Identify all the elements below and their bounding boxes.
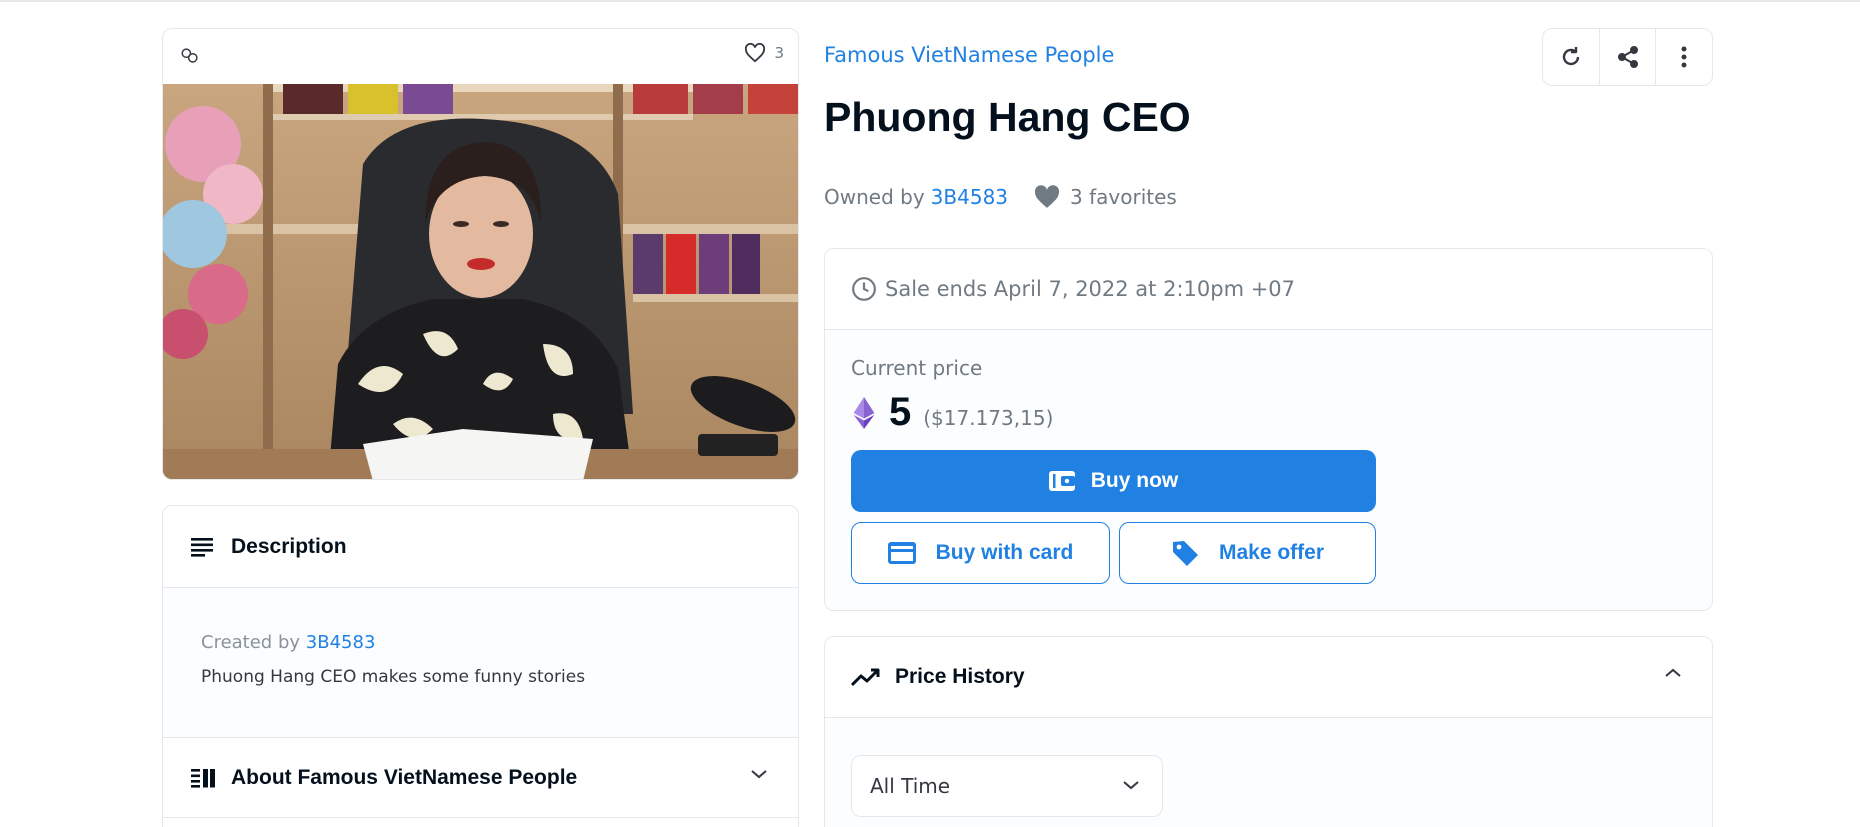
creator-link[interactable]: 3B4583 bbox=[306, 632, 376, 653]
share-icon bbox=[1617, 46, 1638, 68]
sale-body: Current price 5 ($17.173,15) Buy now Buy… bbox=[825, 330, 1712, 610]
top-divider bbox=[0, 0, 1860, 2]
price-usd: ($17.173,15) bbox=[923, 406, 1054, 430]
clock-icon bbox=[852, 277, 876, 301]
credit-card-icon bbox=[887, 542, 916, 564]
chevron-down-icon bbox=[1123, 781, 1139, 790]
sale-panel: Sale ends April 7, 2022 at 2:10pm +07 Cu… bbox=[824, 248, 1713, 611]
description-title: Description bbox=[231, 534, 347, 558]
time-range-select[interactable]: All Time bbox=[851, 755, 1163, 817]
text-lines-icon bbox=[191, 537, 213, 557]
owned-by-label: Owned by bbox=[824, 185, 925, 209]
price-history-body: All Time bbox=[825, 718, 1712, 827]
current-price-label: Current price bbox=[851, 356, 983, 380]
created-by-row: Created by 3B4583 bbox=[201, 632, 760, 653]
price-history-title: Price History bbox=[895, 665, 1025, 688]
about-collection-title: About Famous VietNamese People bbox=[231, 765, 578, 789]
make-offer-button[interactable]: Make offer bbox=[1119, 522, 1376, 584]
created-by-label: Created by bbox=[201, 632, 301, 653]
collection-list-icon bbox=[191, 768, 215, 788]
more-vertical-icon bbox=[1681, 46, 1687, 68]
time-range-value: All Time bbox=[870, 774, 951, 798]
buy-with-card-button[interactable]: Buy with card bbox=[851, 522, 1110, 584]
favorites-count[interactable]: 3 favorites bbox=[1034, 185, 1177, 209]
item-title: Phuong Hang CEO bbox=[824, 94, 1191, 140]
media-toolbar: 3 bbox=[163, 29, 798, 84]
heart-filled-icon bbox=[1034, 185, 1060, 208]
item-actions bbox=[1542, 28, 1713, 86]
sale-end-text: Sale ends April 7, 2022 at 2:10pm +07 bbox=[885, 277, 1296, 301]
favorites-text: 3 favorites bbox=[1070, 185, 1177, 209]
buy-now-button[interactable]: Buy now bbox=[851, 450, 1376, 512]
owner-row: Owned by 3B4583 3 favorites bbox=[824, 185, 1177, 209]
media-card: 3 bbox=[162, 28, 799, 480]
description-text: Phuong Hang CEO makes some funny stories bbox=[201, 667, 586, 687]
refresh-button[interactable] bbox=[1543, 29, 1600, 85]
buy-now-label: Buy now bbox=[1090, 469, 1179, 492]
description-body: Created by 3B4583 Phuong Hang CEO makes … bbox=[163, 588, 798, 738]
ethereum-icon bbox=[853, 396, 875, 429]
description-panel: Description Created by 3B4583 Phuong Han… bbox=[162, 505, 799, 827]
price-row: 5 ($17.173,15) bbox=[853, 390, 1053, 435]
make-offer-label: Make offer bbox=[1218, 541, 1325, 564]
favorite-count: 3 bbox=[774, 44, 784, 62]
tag-icon bbox=[1172, 541, 1198, 566]
nft-image[interactable] bbox=[163, 84, 798, 479]
trending-chart-icon bbox=[851, 668, 880, 687]
chevron-up-icon bbox=[1665, 668, 1681, 677]
chevron-down-icon bbox=[751, 770, 767, 779]
description-header[interactable]: Description bbox=[163, 506, 798, 588]
blockchain-link-icon[interactable] bbox=[179, 45, 201, 67]
portrait-image bbox=[163, 84, 798, 479]
sale-end-row: Sale ends April 7, 2022 at 2:10pm +07 bbox=[825, 249, 1712, 330]
favorite-button[interactable]: 3 bbox=[744, 43, 784, 63]
refresh-icon bbox=[1562, 47, 1580, 66]
wallet-icon bbox=[1048, 471, 1075, 491]
share-button[interactable] bbox=[1600, 29, 1657, 85]
collection-link[interactable]: Famous VietNamese People bbox=[824, 43, 1114, 67]
more-options-button[interactable] bbox=[1656, 29, 1712, 85]
price-history-panel: Price History All Time bbox=[824, 636, 1713, 827]
price-history-header[interactable]: Price History bbox=[825, 637, 1712, 718]
about-collection-header[interactable]: About Famous VietNamese People bbox=[163, 738, 798, 818]
owner-link[interactable]: 3B4583 bbox=[931, 185, 1008, 209]
heart-outline-icon bbox=[745, 43, 766, 63]
price-value: 5 bbox=[889, 390, 912, 434]
buy-with-card-label: Buy with card bbox=[935, 541, 1074, 564]
